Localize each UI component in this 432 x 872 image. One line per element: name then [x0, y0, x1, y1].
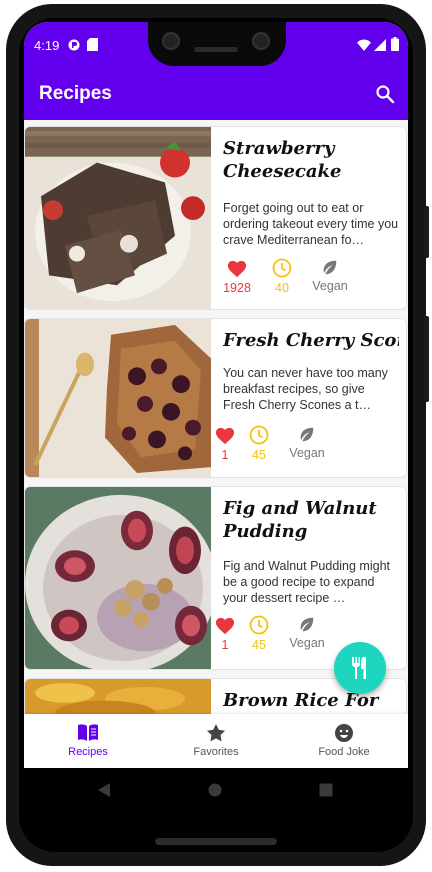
likes-count: 1: [221, 448, 229, 462]
vegan-label: Vegan: [312, 279, 348, 293]
vegan-label: Vegan: [289, 636, 325, 650]
leaf-icon: [323, 260, 337, 275]
recipe-description: Forget going out to eat or ordering take…: [223, 201, 399, 247]
front-sensor: [252, 32, 270, 50]
vegan-label: Vegan: [289, 446, 325, 460]
book-icon: [78, 724, 98, 741]
cutlery-icon: [352, 657, 366, 679]
bottom-navigation: Recipes Favorites Food Joke: [24, 714, 408, 768]
heart-icon: [215, 427, 235, 445]
recipe-card[interactable]: Strawberry Cheesecake Chocol… Forget goi…: [24, 126, 407, 310]
wifi-icon: [357, 39, 371, 51]
likes-stat: 1: [213, 615, 237, 652]
home-icon[interactable]: [208, 783, 222, 797]
nav-item-recipes[interactable]: Recipes: [24, 714, 152, 768]
search-icon[interactable]: [375, 84, 395, 104]
smiley-icon: [335, 724, 353, 742]
volume-button: [424, 316, 429, 402]
recipe-title-line-2: Cheesecake Chocol…: [223, 161, 342, 182]
minutes-count: 45: [252, 638, 266, 652]
battery-icon: [391, 37, 399, 51]
heart-icon: [227, 260, 247, 278]
recipe-title: Fresh Cherry Scones: [223, 330, 399, 351]
bottom-speaker: [155, 838, 277, 845]
earpiece: [194, 47, 238, 52]
vegan-stat: Vegan: [287, 615, 327, 650]
camera-notch: [148, 22, 286, 66]
leaf-icon: [300, 617, 314, 632]
front-camera: [162, 32, 180, 50]
status-time: 4:19: [34, 38, 60, 53]
recipe-title-line-1: Fig and Walnut: [223, 498, 377, 519]
recipe-title: Brown Rice For: [223, 690, 379, 711]
notification-icon: [68, 39, 80, 51]
likes-count: 1: [221, 638, 229, 652]
recipe-image: [25, 319, 211, 477]
page-title: Recipes: [39, 83, 112, 104]
vegan-stat: Vegan: [310, 258, 350, 293]
clock-icon: [249, 615, 269, 635]
signal-icon: [374, 39, 386, 51]
recipe-image: [25, 127, 211, 309]
recipe-image: [25, 679, 211, 714]
recipe-title: Fig and Walnut Pudding: [223, 497, 399, 543]
nav-label: Recipes: [68, 746, 108, 758]
clock-icon: [249, 425, 269, 445]
back-icon[interactable]: [97, 782, 111, 798]
minutes-count: 40: [275, 281, 289, 295]
leaf-icon: [300, 427, 314, 442]
recipe-card[interactable]: Fresh Cherry Scones You can never have t…: [24, 318, 407, 478]
status-bar: 4:19: [24, 22, 408, 68]
recipe-image: [25, 487, 211, 669]
nav-label: Food Joke: [318, 746, 370, 758]
nav-item-food-joke[interactable]: Food Joke: [280, 714, 408, 768]
recipe-list[interactable]: Strawberry Cheesecake Chocol… Forget goi…: [24, 120, 408, 714]
power-button: [424, 206, 429, 258]
time-stat: 40: [270, 258, 294, 295]
sd-card-icon: [87, 38, 98, 51]
recipe-title-line-2: Pudding: [223, 521, 308, 542]
nav-item-favorites[interactable]: Favorites: [152, 714, 280, 768]
minutes-count: 45: [252, 448, 266, 462]
recipe-description: Fig and Walnut Pudding might be a good r…: [223, 559, 390, 605]
system-navigation-bar: [24, 768, 408, 812]
recipe-title: Strawberry Cheesecake Chocol…: [223, 137, 399, 183]
app-bar: Recipes: [24, 68, 408, 120]
food-joke-fab[interactable]: [334, 642, 386, 694]
clock-icon: [272, 258, 292, 278]
screen: 4:19 Recipes Strawberry Cheesecake Forge…: [24, 22, 408, 768]
likes-count: 1928: [223, 281, 251, 295]
time-stat: 45: [247, 615, 271, 652]
recipe-title-line-1: Strawberry: [223, 138, 335, 159]
likes-stat: 1928: [221, 258, 253, 295]
recipe-description: You can never have too many breakfast re…: [223, 366, 388, 412]
likes-stat: 1: [213, 425, 237, 462]
vegan-stat: Vegan: [287, 425, 327, 460]
nav-label: Favorites: [193, 746, 239, 758]
recipe-card[interactable]: Fig and Walnut Pudding Fig and Walnut Pu…: [24, 486, 407, 670]
heart-icon: [215, 617, 235, 635]
time-stat: 45: [247, 425, 271, 462]
star-icon: [207, 724, 225, 742]
recents-icon[interactable]: [319, 783, 333, 797]
